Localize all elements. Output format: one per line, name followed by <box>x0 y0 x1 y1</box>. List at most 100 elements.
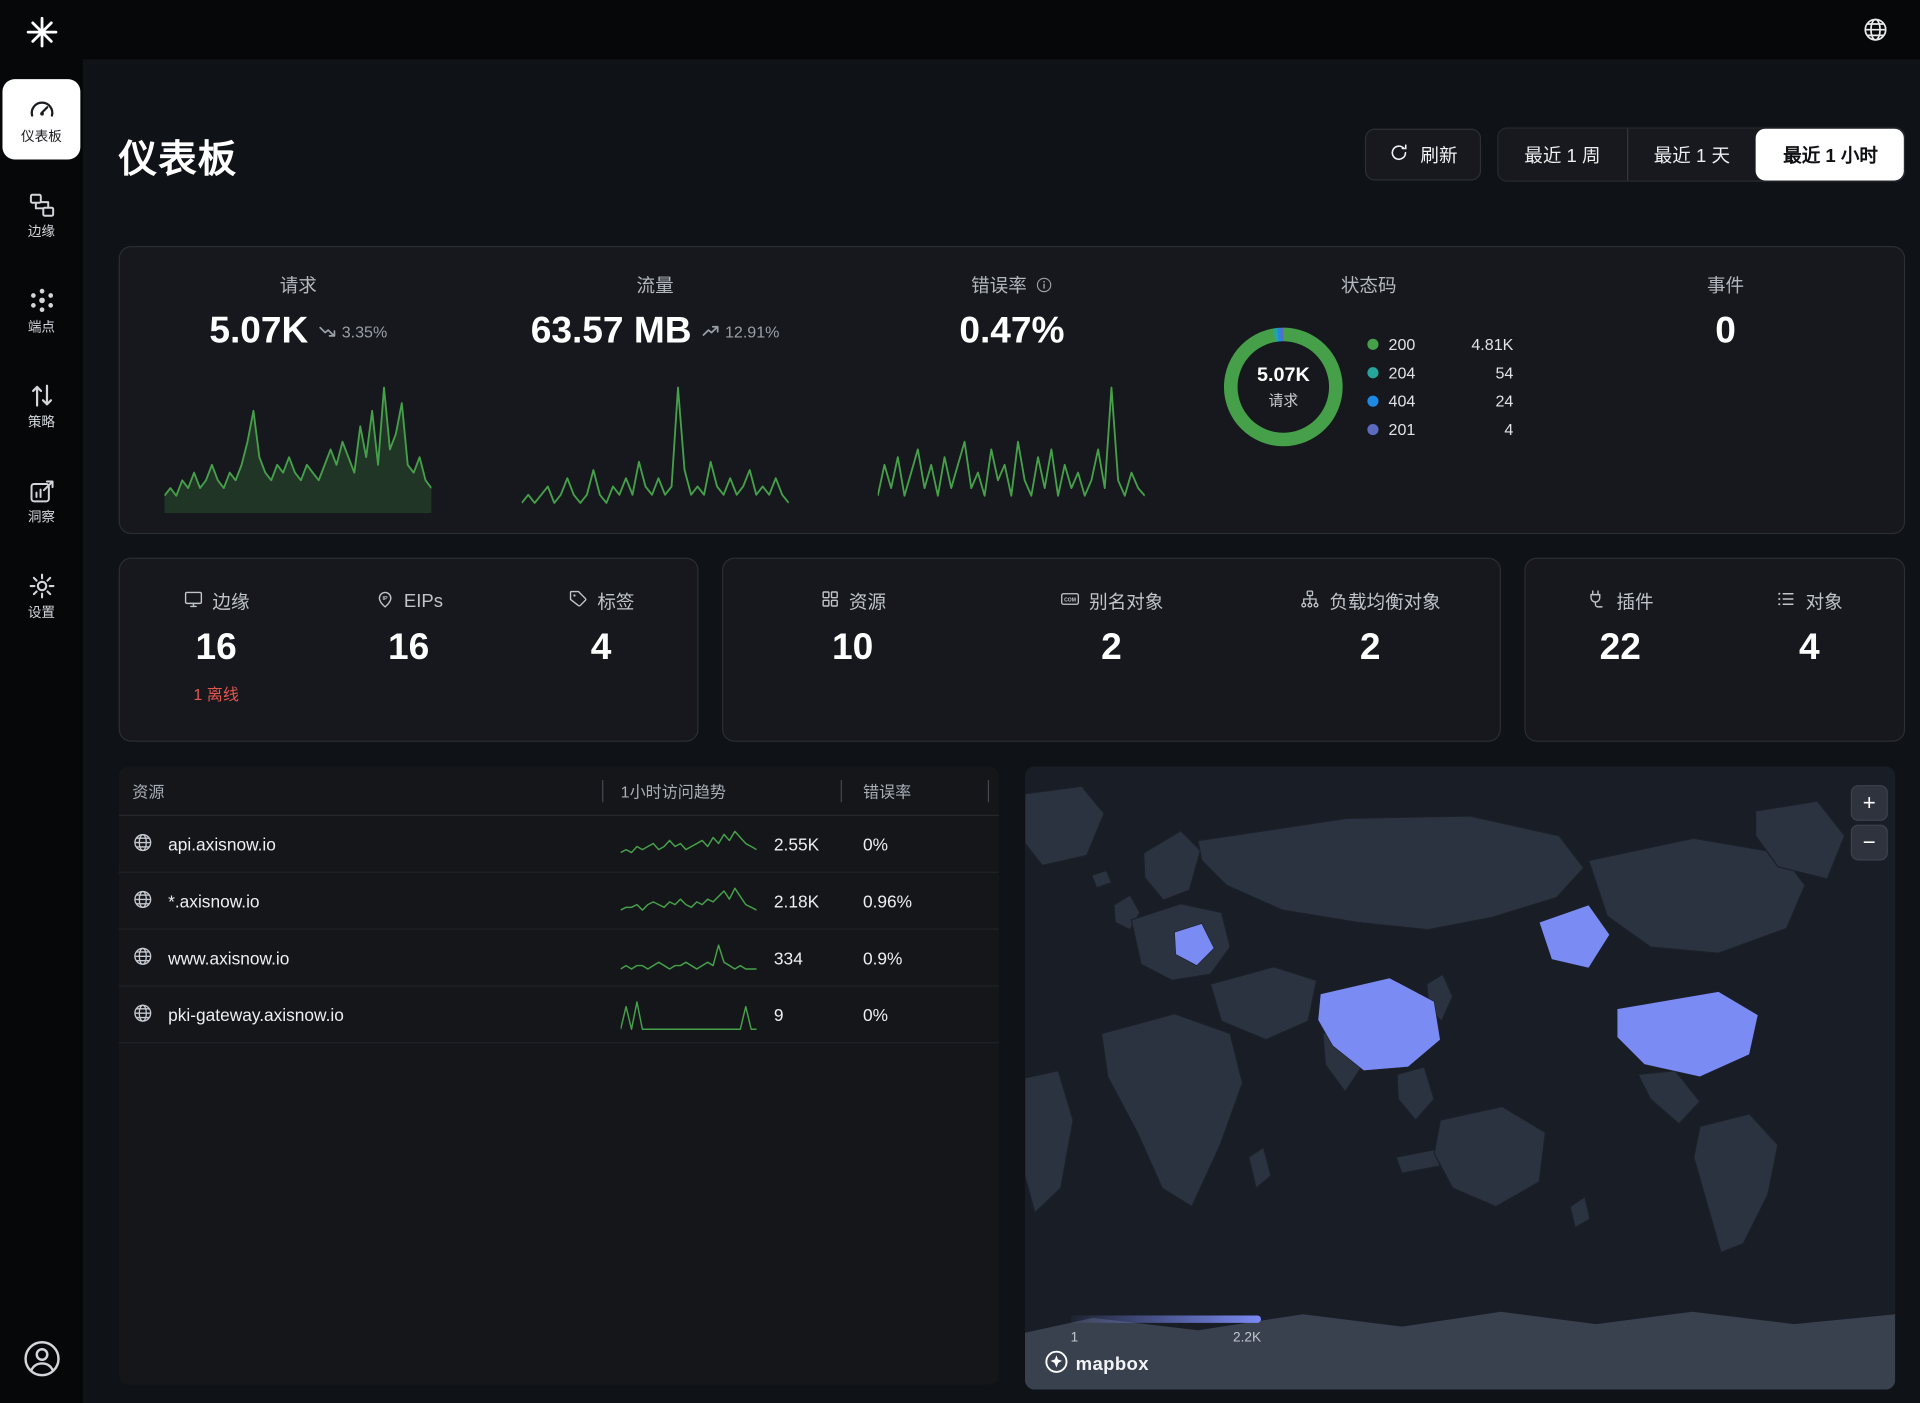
legend-min: 1 <box>1071 1330 1079 1345</box>
sidebar-item-label: 设置 <box>28 606 55 620</box>
table-header: 资源 1小时访问趋势 错误率 <box>119 767 999 816</box>
stat-requests: 请求 5.07K 3.35% <box>120 247 477 533</box>
insights-icon <box>27 475 57 505</box>
globe-icon <box>132 945 153 970</box>
starburst-logo-icon <box>23 13 60 56</box>
refresh-button[interactable]: 刷新 <box>1365 129 1481 181</box>
zoom-out-button[interactable]: − <box>1851 825 1888 861</box>
range-last-day[interactable]: 最近 1 天 <box>1627 129 1756 181</box>
page-title: 仪表板 <box>119 127 238 183</box>
stat-traffic-value: 63.57 MB <box>531 310 692 352</box>
table-row[interactable]: pki-gateway.axisnow.io 9 0% <box>119 987 999 1044</box>
legend-gradient-bar <box>1071 1315 1261 1322</box>
globe-icon <box>132 888 153 913</box>
legend-row-204: 204 54 <box>1367 363 1513 382</box>
column-divider <box>841 780 842 802</box>
stat-requests-delta: 3.35% <box>319 322 387 341</box>
stats-card: 请求 5.07K 3.35% <box>119 246 1905 534</box>
plug-icon <box>1587 588 1608 614</box>
error-rate-sparkline <box>878 384 1145 513</box>
col-trend: 1小时访问趋势 <box>606 779 841 802</box>
sidebar-item-insights[interactable]: 洞察 <box>2 460 80 540</box>
table-row[interactable]: www.axisnow.io 334 0.9% <box>119 930 999 987</box>
legend-dot <box>1367 339 1378 350</box>
sidebar-item-endpoints[interactable]: 端点 <box>2 270 80 350</box>
table-row[interactable]: *.axisnow.io 2.18K 0.96% <box>119 873 999 930</box>
sidebar-item-label: 仪表板 <box>21 130 62 144</box>
sidebar-item-edges[interactable]: 边缘 <box>2 174 80 254</box>
legend-row-404: 404 24 <box>1367 392 1513 411</box>
range-last-hour[interactable]: 最近 1 小时 <box>1756 129 1904 181</box>
range-last-week[interactable]: 最近 1 周 <box>1498 129 1626 181</box>
stat-error-rate: 错误率 0.47% <box>834 247 1191 533</box>
sidebar-item-policies[interactable]: 策略 <box>2 365 80 445</box>
screenshot-stage: 仪表板 边缘 端点 <box>0 0 1920 1403</box>
resources-table: 资源 1小时访问趋势 错误率 <box>119 767 999 1385</box>
donut-center-value: 5.07K <box>1257 364 1310 386</box>
sidebar-item-settings[interactable]: 设置 <box>2 555 80 635</box>
stat-requests-value: 5.07K <box>209 310 308 352</box>
sidebar: 仪表板 边缘 端点 <box>0 0 83 1403</box>
summary-cards: 边缘 16 1 离线 IP <box>119 558 1905 742</box>
sidebar-item-label: 洞察 <box>28 511 55 525</box>
stat-events: 事件 0 <box>1547 247 1904 533</box>
traffic-sparkline <box>522 384 789 513</box>
user-avatar[interactable] <box>20 1338 62 1386</box>
legend-dot <box>1367 424 1378 435</box>
stat-traffic-delta: 12.91% <box>703 322 780 341</box>
globe-icon <box>132 831 153 856</box>
col-resource: 资源 <box>119 779 606 802</box>
app-logo[interactable] <box>0 0 83 69</box>
stat-requests-label: 请求 <box>280 272 317 298</box>
ip-pin-icon: IP <box>374 588 395 614</box>
time-range-selector: 最近 1 周 最近 1 天 最近 1 小时 <box>1497 127 1905 181</box>
requests-sparkline <box>165 384 432 513</box>
row-sparkline <box>621 885 757 917</box>
legend-row-200: 200 4.81K <box>1367 335 1513 354</box>
legend-dot <box>1367 367 1378 378</box>
col-error-rate: 错误率 <box>841 779 999 802</box>
svg-text:IP: IP <box>382 596 388 602</box>
tag-icon <box>568 588 589 614</box>
load-balancer-icon <box>1300 588 1321 614</box>
list-icon <box>1776 588 1797 614</box>
gear-icon <box>27 571 57 601</box>
zoom-in-button[interactable]: + <box>1851 785 1888 821</box>
sidebar-item-label: 端点 <box>28 321 55 335</box>
metric-alias-objects: COM 别名对象 2 <box>982 559 1241 741</box>
gauge-icon <box>27 95 57 125</box>
stat-error-rate-value: 0.47% <box>959 310 1064 352</box>
row-sparkline <box>621 828 757 860</box>
table-row[interactable]: api.axisnow.io 2.55K 0% <box>119 816 999 873</box>
metric-eips: IP EIPs 16 <box>312 559 504 741</box>
app-root: 仪表板 边缘 端点 <box>0 0 1920 1403</box>
row-sparkline <box>621 941 757 973</box>
grid-icon <box>819 588 840 614</box>
plugins-card: 插件 22 <box>1524 558 1905 742</box>
stat-status-codes: 状态码 5.07K 请求 <box>1190 247 1547 533</box>
globe-icon[interactable] <box>1862 16 1889 49</box>
world-map[interactable]: + − 1 2.2K <box>1025 767 1895 1390</box>
metric-objects: 对象 4 <box>1715 559 1904 741</box>
trend-up-icon <box>703 322 720 341</box>
stat-traffic-label: 流量 <box>637 272 674 298</box>
map-choropleth-legend: 1 2.2K <box>1071 1315 1261 1345</box>
legend-dot <box>1367 396 1378 407</box>
resources-card: 资源 10 COM 别名对象 <box>722 558 1501 742</box>
stat-traffic: 流量 63.57 MB 12.91% <box>477 247 834 533</box>
donut-center-label: 请求 <box>1269 389 1299 410</box>
globe-icon <box>132 1002 153 1027</box>
sidebar-item-label: 边缘 <box>28 226 55 240</box>
metric-resources: 资源 10 <box>723 559 982 741</box>
stat-status-codes-label: 状态码 <box>1341 272 1397 298</box>
row-sparkline <box>621 998 757 1030</box>
sidebar-item-dashboard[interactable]: 仪表板 <box>2 79 80 159</box>
info-icon[interactable] <box>1034 276 1053 295</box>
metric-plugins: 插件 22 <box>1526 559 1715 741</box>
column-divider <box>988 780 989 802</box>
refresh-icon <box>1388 142 1409 168</box>
column-divider <box>602 780 603 802</box>
policies-icon <box>27 380 57 410</box>
legend-row-201: 201 4 <box>1367 420 1513 439</box>
mapbox-attribution[interactable]: mapbox <box>1045 1350 1149 1378</box>
